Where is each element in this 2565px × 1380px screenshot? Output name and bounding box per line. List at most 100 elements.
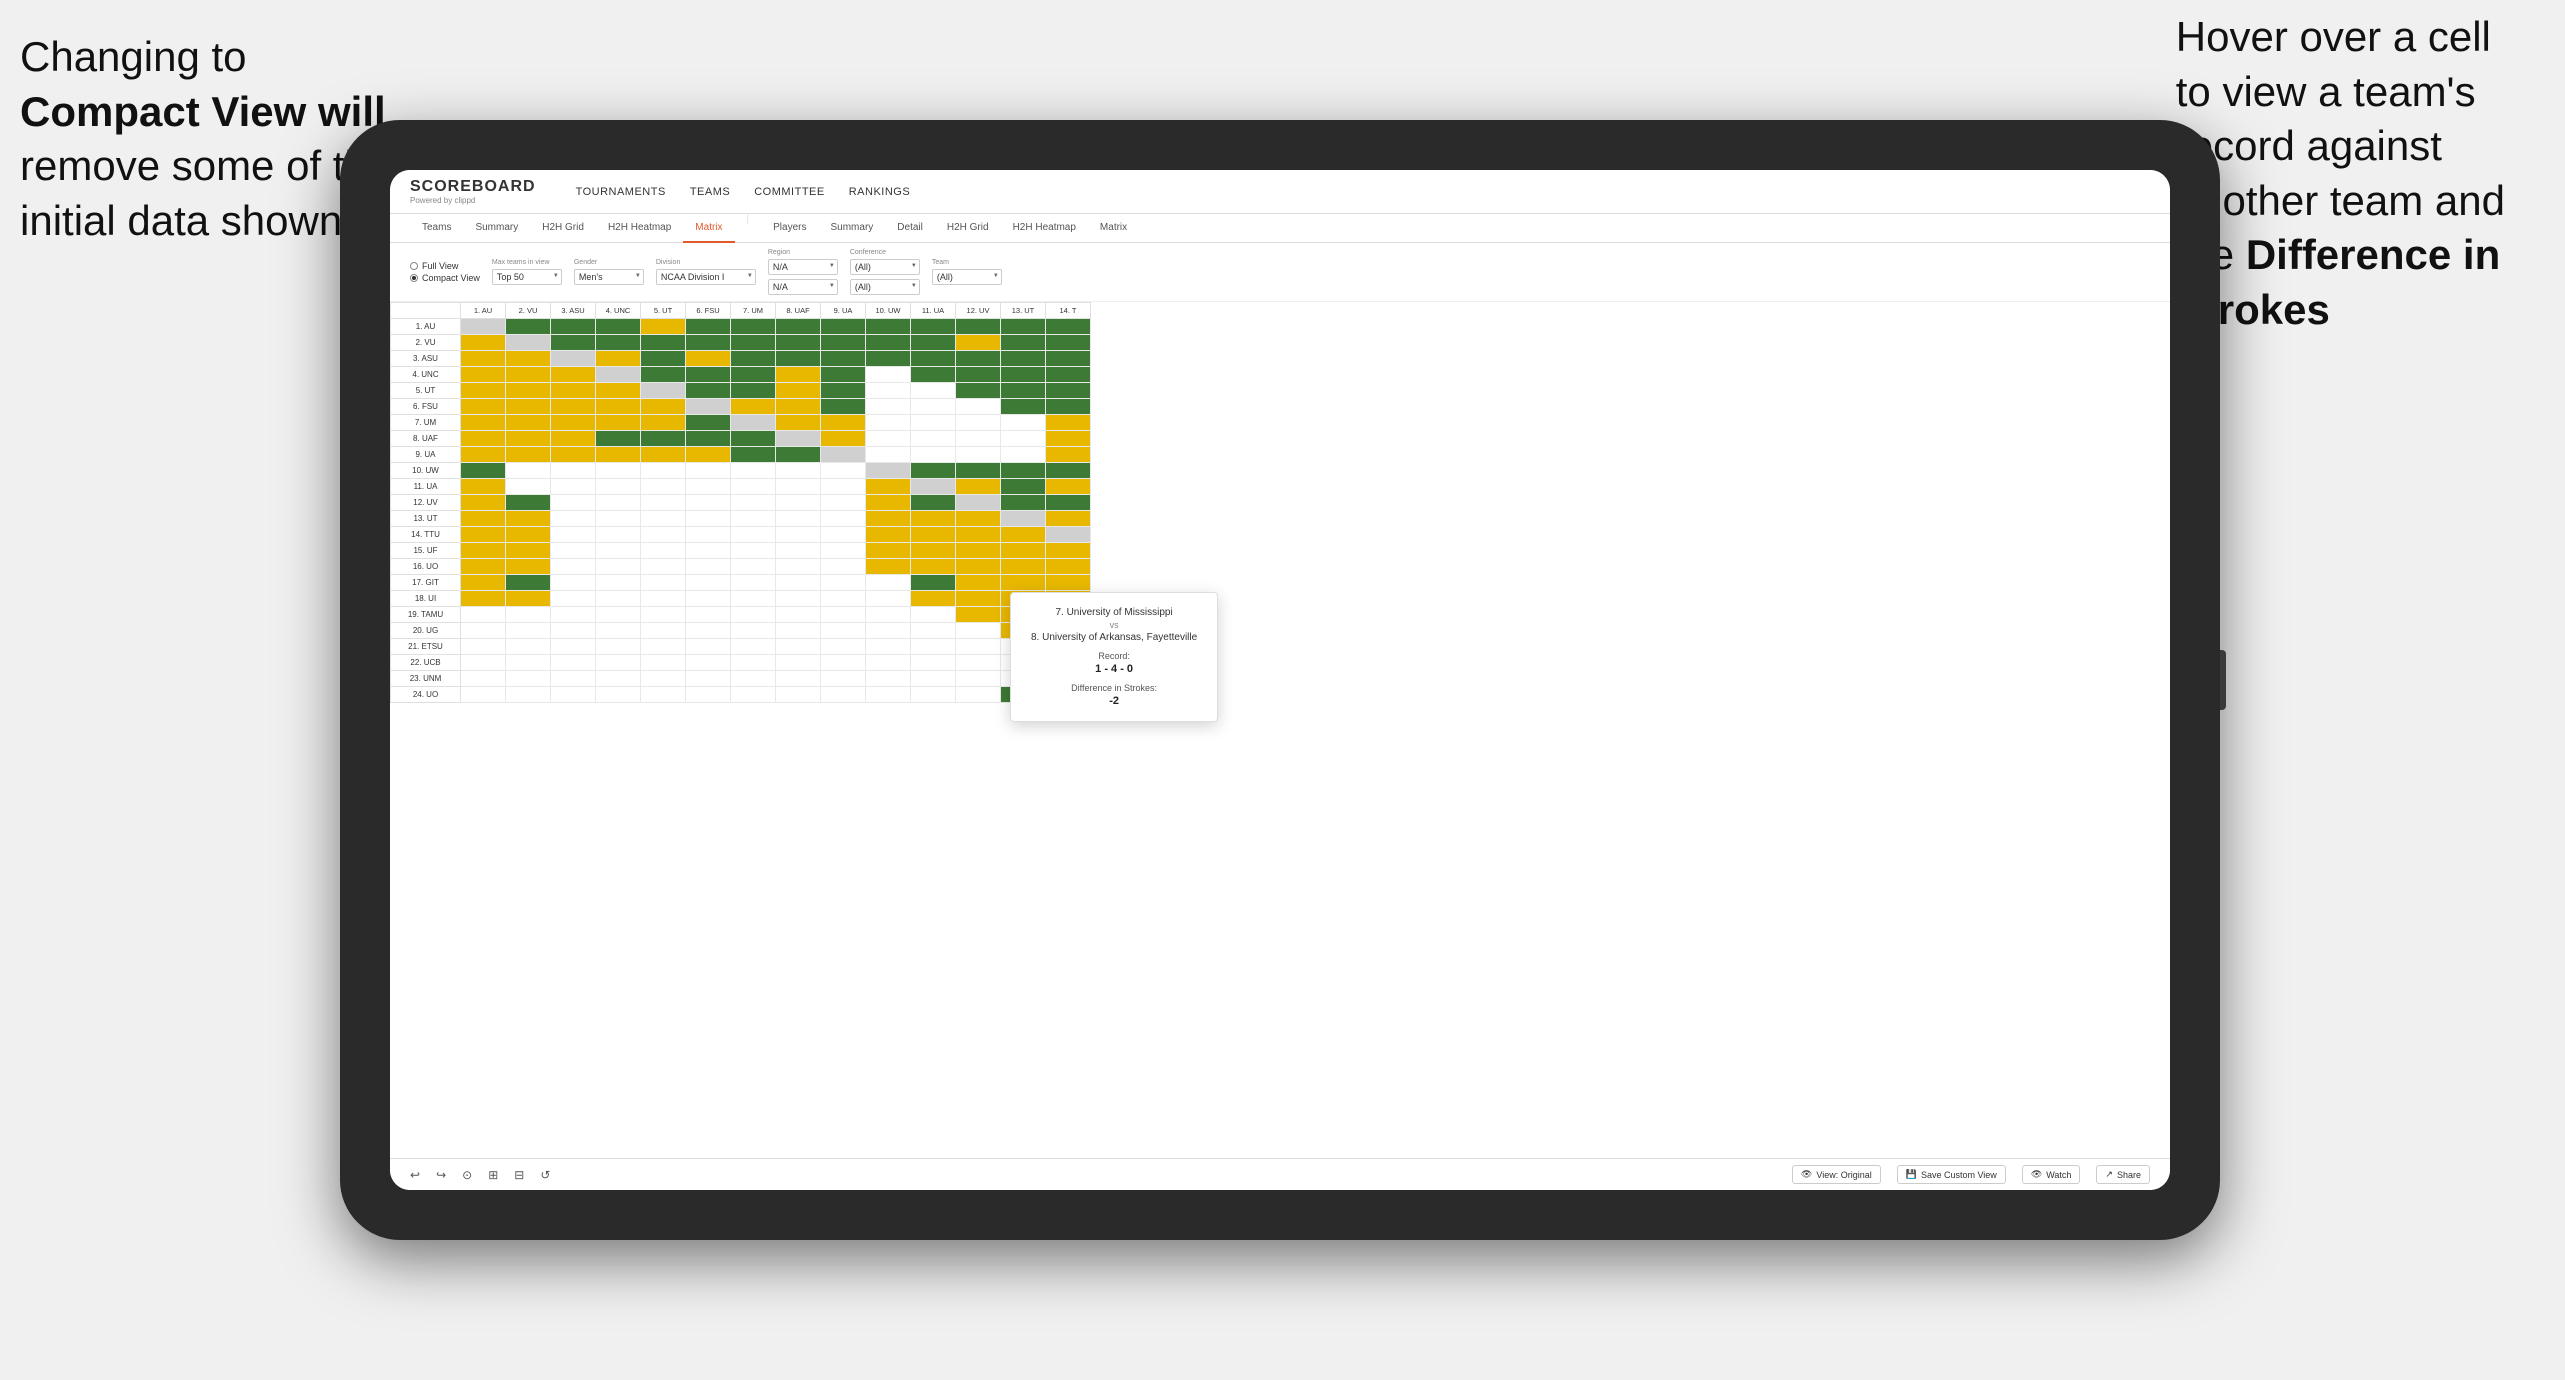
matrix-cell[interactable] [641, 479, 686, 495]
matrix-cell[interactable] [866, 335, 911, 351]
matrix-cell[interactable] [821, 575, 866, 591]
matrix-cell[interactable] [506, 639, 551, 655]
matrix-cell[interactable] [731, 335, 776, 351]
matrix-cell[interactable] [911, 655, 956, 671]
matrix-cell[interactable] [821, 383, 866, 399]
matrix-cell[interactable] [506, 383, 551, 399]
matrix-cell[interactable] [641, 671, 686, 687]
toolbar-zoom-in-icon[interactable]: ⊞ [488, 1168, 498, 1182]
matrix-cell[interactable] [506, 431, 551, 447]
matrix-cell[interactable] [686, 351, 731, 367]
matrix-cell[interactable] [551, 607, 596, 623]
matrix-cell[interactable] [866, 543, 911, 559]
matrix-cell[interactable] [551, 351, 596, 367]
matrix-cell[interactable] [956, 479, 1001, 495]
matrix-cell[interactable] [686, 607, 731, 623]
matrix-cell[interactable] [461, 623, 506, 639]
matrix-cell[interactable] [911, 511, 956, 527]
matrix-cell[interactable] [596, 687, 641, 703]
matrix-cell[interactable] [461, 559, 506, 575]
matrix-cell[interactable] [596, 623, 641, 639]
matrix-cell[interactable] [641, 655, 686, 671]
matrix-cell[interactable] [596, 575, 641, 591]
matrix-cell[interactable] [641, 591, 686, 607]
matrix-cell[interactable] [731, 383, 776, 399]
matrix-cell[interactable] [1001, 431, 1046, 447]
matrix-cell[interactable] [1046, 335, 1091, 351]
matrix-cell[interactable] [596, 431, 641, 447]
matrix-cell[interactable] [911, 543, 956, 559]
matrix-cell[interactable] [731, 415, 776, 431]
matrix-cell[interactable] [461, 351, 506, 367]
matrix-cell[interactable] [731, 319, 776, 335]
matrix-cell[interactable] [776, 479, 821, 495]
matrix-cell[interactable] [1046, 447, 1091, 463]
matrix-cell[interactable] [821, 687, 866, 703]
matrix-cell[interactable] [866, 415, 911, 431]
matrix-cell[interactable] [776, 463, 821, 479]
matrix-cell[interactable] [776, 527, 821, 543]
matrix-cell[interactable] [1046, 479, 1091, 495]
matrix-cell[interactable] [956, 319, 1001, 335]
matrix-cell[interactable] [461, 511, 506, 527]
matrix-cell[interactable] [1001, 575, 1046, 591]
matrix-cell[interactable] [551, 367, 596, 383]
matrix-cell[interactable] [641, 319, 686, 335]
matrix-cell[interactable] [506, 671, 551, 687]
matrix-cell[interactable] [686, 575, 731, 591]
matrix-cell[interactable] [551, 687, 596, 703]
matrix-cell[interactable] [641, 639, 686, 655]
matrix-cell[interactable] [956, 351, 1001, 367]
matrix-cell[interactable] [1001, 351, 1046, 367]
matrix-cell[interactable] [821, 591, 866, 607]
matrix-cell[interactable] [596, 463, 641, 479]
matrix-cell[interactable] [1001, 543, 1046, 559]
matrix-cell[interactable] [1001, 367, 1046, 383]
matrix-cell[interactable] [1046, 383, 1091, 399]
matrix-cell[interactable] [956, 671, 1001, 687]
matrix-cell[interactable] [551, 495, 596, 511]
matrix-cell[interactable] [551, 335, 596, 351]
matrix-cell[interactable] [1001, 495, 1046, 511]
matrix-cell[interactable] [686, 367, 731, 383]
matrix-cell[interactable] [551, 639, 596, 655]
matrix-cell[interactable] [551, 447, 596, 463]
matrix-cell[interactable] [776, 559, 821, 575]
matrix-cell[interactable] [641, 367, 686, 383]
matrix-cell[interactable] [686, 671, 731, 687]
matrix-cell[interactable] [956, 639, 1001, 655]
matrix-cell[interactable] [1001, 319, 1046, 335]
matrix-cell[interactable] [731, 527, 776, 543]
matrix-cell[interactable] [956, 383, 1001, 399]
matrix-cell[interactable] [1046, 431, 1091, 447]
matrix-cell[interactable] [866, 431, 911, 447]
matrix-cell[interactable] [866, 639, 911, 655]
conference-select[interactable]: (All) [850, 259, 920, 275]
matrix-cell[interactable] [776, 639, 821, 655]
matrix-cell[interactable] [596, 399, 641, 415]
matrix-cell[interactable] [686, 319, 731, 335]
matrix-cell[interactable] [506, 655, 551, 671]
matrix-cell[interactable] [641, 511, 686, 527]
toolbar-fit-icon[interactable]: ⊙ [462, 1168, 472, 1182]
matrix-cell[interactable] [911, 671, 956, 687]
matrix-cell[interactable] [956, 575, 1001, 591]
matrix-cell[interactable] [731, 639, 776, 655]
matrix-cell[interactable] [506, 511, 551, 527]
matrix-cell[interactable] [1046, 543, 1091, 559]
matrix-cell[interactable] [686, 447, 731, 463]
matrix-cell[interactable] [731, 575, 776, 591]
matrix-cell[interactable] [911, 335, 956, 351]
matrix-cell[interactable] [956, 623, 1001, 639]
matrix-cell[interactable] [461, 655, 506, 671]
matrix-cell[interactable] [596, 655, 641, 671]
matrix-cell[interactable] [866, 383, 911, 399]
matrix-cell[interactable] [641, 495, 686, 511]
matrix-cell[interactable] [866, 559, 911, 575]
matrix-cell[interactable] [641, 623, 686, 639]
matrix-cell[interactable] [461, 447, 506, 463]
matrix-cell[interactable] [776, 367, 821, 383]
matrix-cell[interactable] [821, 495, 866, 511]
matrix-cell[interactable] [551, 319, 596, 335]
matrix-cell[interactable] [731, 559, 776, 575]
